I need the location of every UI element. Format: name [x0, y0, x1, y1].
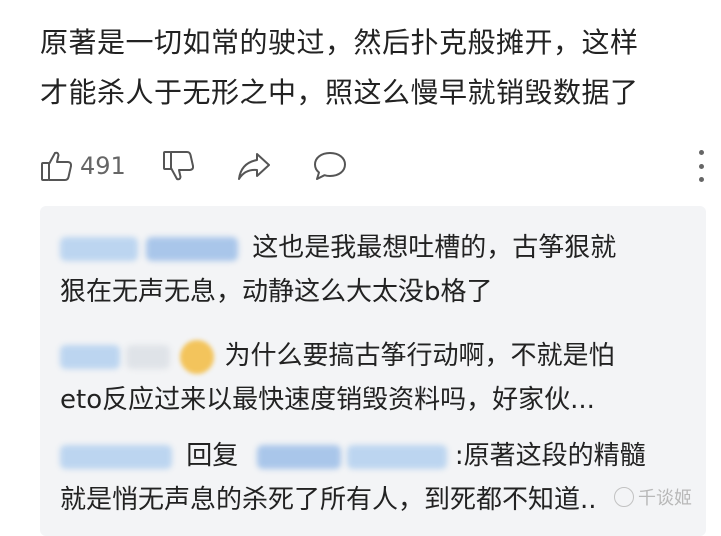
reply-text-line-2: eto反应过来以最快速度销毁资料吗，好家伙...: [60, 385, 595, 415]
blurred-username[interactable]: [60, 236, 138, 261]
comment-text: 原著是一切如常的驶过，然后扑克般摊开，这样 才能杀人于无形之中，照这么慢早就销毁…: [40, 18, 710, 118]
avatar: [180, 339, 215, 374]
like-button[interactable]: 491: [40, 146, 126, 186]
blurred-username[interactable]: [346, 444, 447, 469]
reply-text-line-1: 为什么要搞古筝行动啊，不就是怕: [224, 341, 615, 371]
thumbs-down-icon: [162, 149, 196, 183]
like-count: 491: [80, 152, 126, 180]
reply-list: 这也是我最想吐槽的，古筝狠就 狠在无声无息，动静这么大太没b格了 为什么要搞古筝…: [40, 206, 706, 536]
watermark-icon: [614, 487, 634, 507]
comment-line-1: 原著是一切如常的驶过，然后扑克般摊开，这样: [40, 26, 639, 59]
reply-label: 回复: [186, 441, 239, 471]
more-vertical-icon: [698, 150, 704, 155]
reply-item[interactable]: 回复 :原著这段的精髓 就是悄无声息的杀死了所有人，到死都不知道..: [60, 434, 680, 522]
watermark-text: 千谈姬: [638, 488, 692, 509]
blurred-username[interactable]: [256, 444, 341, 469]
dislike-button[interactable]: [162, 146, 196, 186]
comment-line-2: 才能杀人于无形之中，照这么慢早就销毁数据了: [40, 76, 639, 109]
blurred-username[interactable]: [60, 344, 120, 369]
blurred-username[interactable]: [126, 344, 170, 369]
thumbs-up-icon: [40, 149, 74, 183]
blurred-username[interactable]: [146, 236, 238, 261]
comment-icon: [312, 149, 348, 183]
share-button[interactable]: [236, 146, 272, 186]
reply-text-line-1: 这也是我最想吐槽的，古筝狠就: [252, 233, 617, 263]
reply-text-line-1: :原著这段的精髓: [454, 441, 646, 471]
comment-button[interactable]: [312, 146, 348, 186]
blurred-username[interactable]: [60, 444, 172, 469]
reply-item[interactable]: 这也是我最想吐槽的，古筝狠就 狠在无声无息，动静这么大太没b格了: [60, 226, 680, 314]
more-button[interactable]: [697, 150, 705, 182]
watermark: 千谈姬: [614, 484, 692, 510]
share-icon: [236, 149, 272, 183]
reply-text-line-2: 就是悄无声息的杀死了所有人，到死都不知道..: [60, 485, 597, 515]
comment-actions: 491: [40, 146, 705, 186]
reply-text-line-2: 狠在无声无息，动静这么大太没b格了: [60, 277, 493, 307]
reply-item[interactable]: 为什么要搞古筝行动啊，不就是怕 eto反应过来以最快速度销毁资料吗，好家伙...: [60, 334, 680, 422]
